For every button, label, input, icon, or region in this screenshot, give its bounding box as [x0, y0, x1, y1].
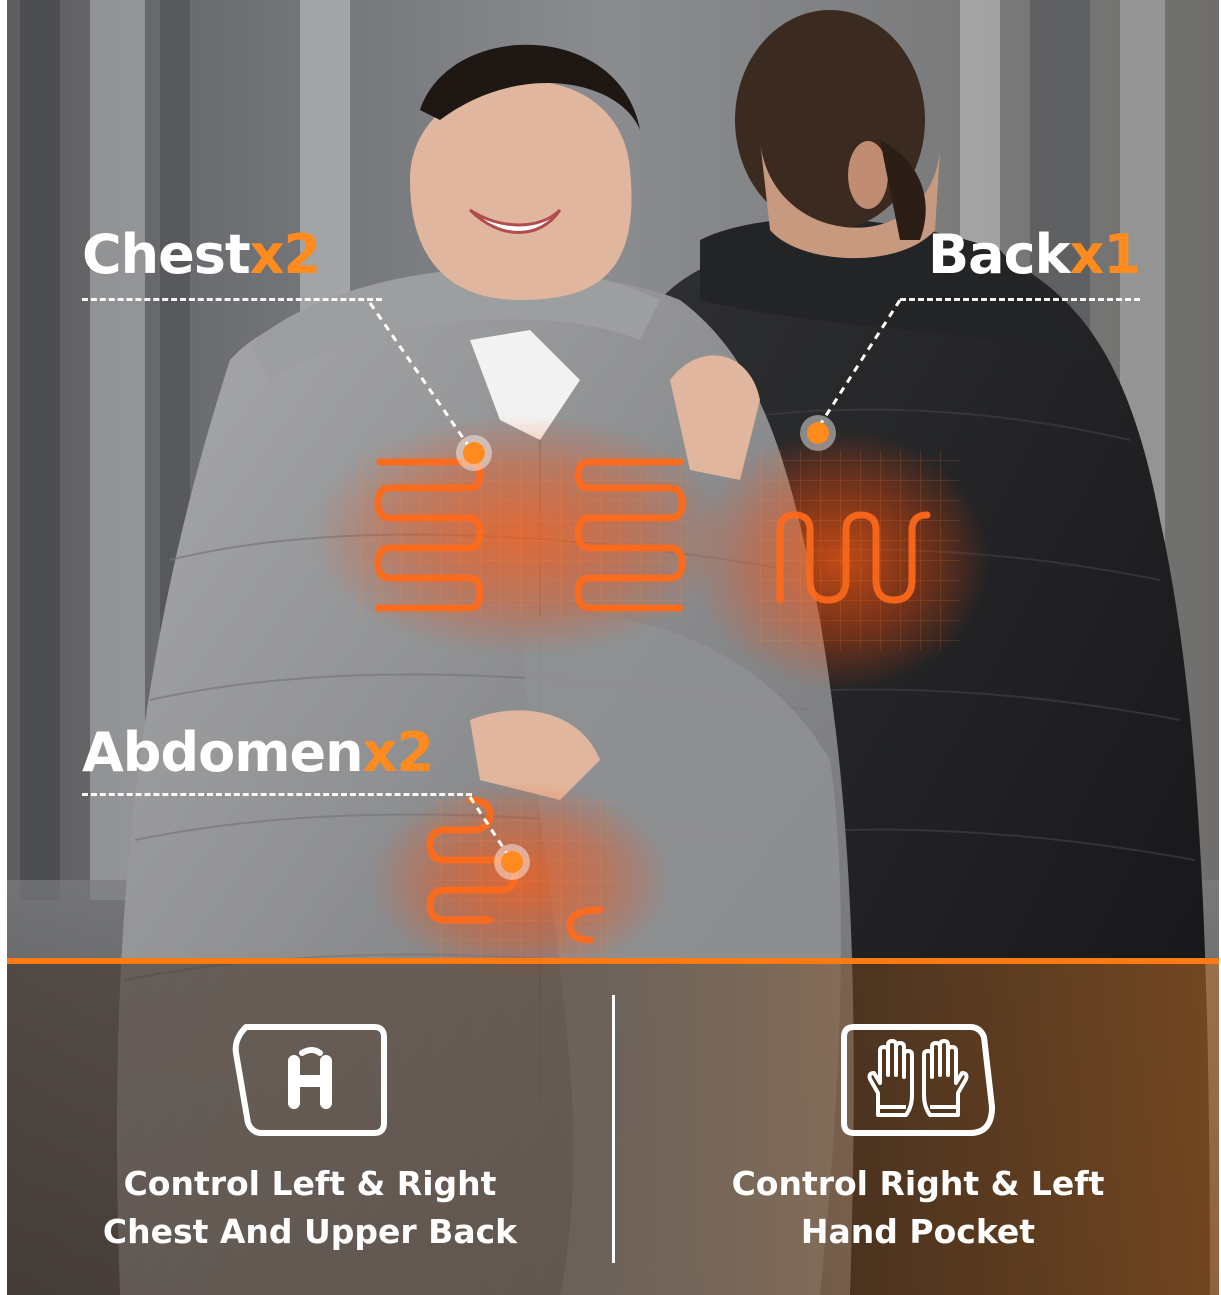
right-control-caption: Control Right & Left Hand Pocket	[638, 1160, 1198, 1256]
back-zone-name: Back	[928, 223, 1071, 286]
right-control-line1: Control Right & Left	[731, 1164, 1105, 1203]
back-zone-label: Backx1	[928, 228, 1141, 282]
back-zone-count: x1	[1069, 223, 1141, 286]
heating-zone-abdomen	[370, 780, 670, 980]
controls-divider	[612, 995, 615, 1263]
abdomen-zone-label: Abdomenx2	[82, 726, 434, 780]
product-image: Chestx2 Backx1 Abdomenx2 Control Left & …	[0, 0, 1221, 1295]
abdomen-zone-underline	[82, 793, 472, 796]
accent-line	[7, 958, 1219, 964]
abdomen-zone-count: x2	[362, 721, 434, 784]
left-control-line1: Control Left & Right	[123, 1164, 497, 1203]
chest-zone-label: Chestx2	[82, 228, 321, 282]
left-control-line2: Chest And Upper Back	[102, 1212, 518, 1251]
right-control-line2: Hand Pocket	[800, 1212, 1036, 1251]
chest-zone-name: Chest	[82, 223, 251, 286]
left-control-caption: Control Left & Right Chest And Upper Bac…	[30, 1160, 590, 1256]
heating-zone-chest	[310, 415, 730, 655]
abdomen-zone-name: Abdomen	[82, 721, 364, 784]
gloves-icon	[840, 1023, 996, 1141]
back-zone-underline	[900, 298, 1140, 301]
chest-zone-underline	[82, 298, 382, 301]
power-button-icon	[232, 1023, 388, 1141]
chest-zone-count: x2	[249, 223, 321, 286]
heating-zone-back	[690, 430, 990, 690]
